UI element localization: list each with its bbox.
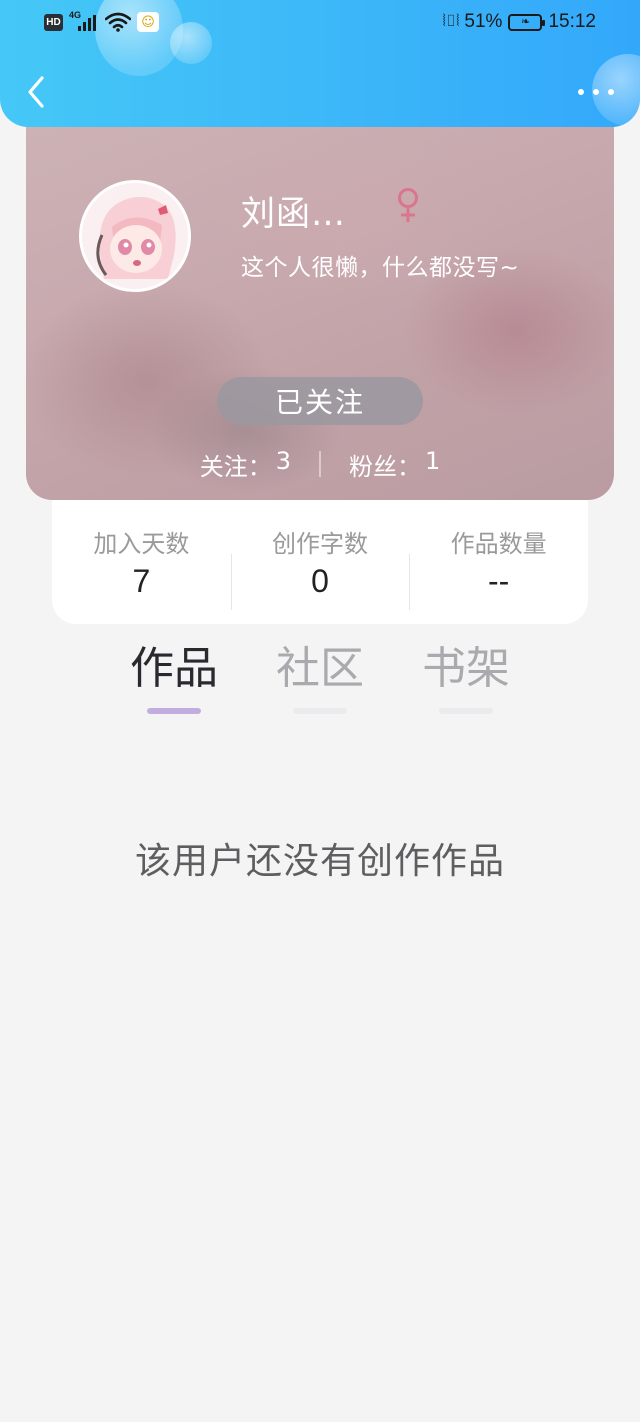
clock: 15:12 xyxy=(548,11,596,32)
tab-label: 作品 xyxy=(130,643,218,694)
status-bar-left: HD 4G ☺ xyxy=(44,9,159,35)
nickname: 刘函… xyxy=(241,194,346,234)
tab-label: 社区 xyxy=(276,643,364,694)
empty-state-message: 该用户还没有创作作品 xyxy=(134,841,505,882)
tab-bookshelf[interactable]: 书架 xyxy=(396,640,536,720)
stat-label: 作品数量 xyxy=(450,530,547,558)
back-button[interactable] xyxy=(20,72,52,112)
content-tabs: 作品 社区 书架 xyxy=(0,640,640,720)
stat-value: 7 xyxy=(132,563,151,599)
tab-indicator xyxy=(147,708,201,714)
tab-community[interactable]: 社区 xyxy=(250,640,390,720)
bio-text: 这个人很懒，什么都没写~ xyxy=(241,255,520,281)
stat-value: -- xyxy=(488,563,510,599)
hd-icon: HD xyxy=(44,13,63,31)
following-stat[interactable]: 关注： 3 xyxy=(200,447,291,482)
tab-label: 书架 xyxy=(422,643,510,694)
avatar-illustration xyxy=(82,183,188,289)
app-notification-icon: ☺ xyxy=(137,12,159,32)
following-label: 关注： xyxy=(199,452,272,481)
tab-works[interactable]: 作品 xyxy=(104,640,244,720)
stat-label: 加入天数 xyxy=(93,530,190,558)
follow-stats: 关注： 3 粉丝： 1 xyxy=(26,444,614,484)
stat-label: 创作字数 xyxy=(272,530,368,558)
stat-value: 0 xyxy=(311,563,329,599)
status-bar: HD 4G ☺ ⦚▯⦚ 51% ❧ 15:12 xyxy=(0,0,640,44)
more-dots-icon xyxy=(578,89,584,95)
top-header: HD 4G ☺ ⦚▯⦚ 51% ❧ 15:12 xyxy=(0,0,640,127)
battery-icon: ❧ xyxy=(508,13,546,31)
fans-label: 粉丝： xyxy=(349,452,421,481)
wifi-icon xyxy=(105,12,131,32)
vibrate-icon: ⦚▯⦚ xyxy=(442,13,460,30)
tab-indicator xyxy=(293,708,347,714)
more-button[interactable] xyxy=(578,84,614,100)
profile-card: 刘函… 这个人很懒，什么都没写~ 已关注 关注： 3 粉丝： 1 xyxy=(26,100,614,500)
stat-join-days: 加入天数 7 xyxy=(52,524,231,600)
chevron-left-icon xyxy=(28,76,44,108)
avatar[interactable] xyxy=(79,180,191,292)
stats-card: 加入天数 7 创作字数 0 作品数量 -- xyxy=(52,500,588,624)
following-count: 3 xyxy=(275,446,291,475)
fans-stat[interactable]: 粉丝： 1 xyxy=(349,447,440,482)
signal-4g-icon: 4G xyxy=(69,10,99,33)
female-icon xyxy=(398,188,418,222)
stat-word-count: 创作字数 0 xyxy=(230,524,410,610)
battery-percent: 51% xyxy=(464,11,503,32)
followed-button[interactable]: 已关注 xyxy=(217,377,423,425)
fans-count: 1 xyxy=(425,446,441,475)
status-bar-right: ⦚▯⦚ 51% ❧ 15:12 xyxy=(443,9,596,35)
stat-works-count: 作品数量 -- xyxy=(409,524,588,610)
tab-indicator xyxy=(439,708,493,714)
divider xyxy=(319,451,321,477)
